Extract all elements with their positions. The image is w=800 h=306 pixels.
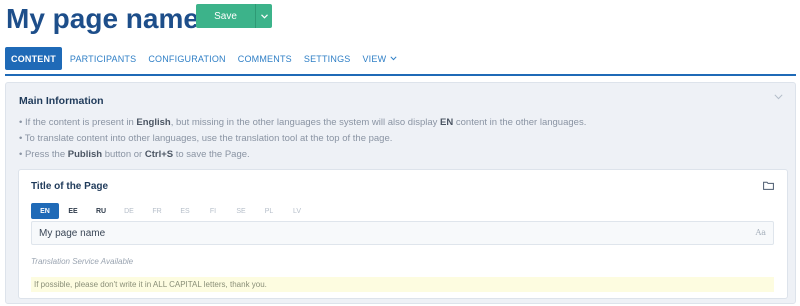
chevron-down-icon [390,56,397,61]
panel-title: Main Information [19,95,104,107]
tab-settings[interactable]: SETTINGS [298,47,357,70]
tab-underline [5,74,796,76]
font-case-icon[interactable]: Aa [755,228,766,237]
info-list: • If the content is present in English, … [19,115,586,163]
page-title-input[interactable]: My page name Aa [31,221,774,245]
collapse-chevron-icon[interactable] [774,94,783,100]
capital-letters-hint: If possible, please don't write it in AL… [31,277,774,292]
save-button-group: Save [196,4,272,28]
lang-tab-fi[interactable]: FI [199,203,227,219]
page-title-input-value: My page name [39,227,106,239]
tab-view-label: VIEW [362,53,387,64]
lang-tab-en[interactable]: EN [31,203,59,219]
language-tabs: EN EE RU DE FR ES FI SE PL LV [31,203,311,219]
lang-tab-se[interactable]: SE [227,203,255,219]
lang-tab-ru[interactable]: RU [87,203,115,219]
main-information-panel: Main Information • If the content is pre… [5,82,796,304]
tab-content[interactable]: CONTENT [5,47,62,70]
card-title: Title of the Page [31,181,109,192]
tab-view[interactable]: VIEW [356,47,403,70]
page-title: My page name [6,3,199,34]
info-line: • If the content is present in English, … [19,117,587,128]
lang-tab-pl[interactable]: PL [255,203,283,219]
translation-service-note: Translation Service Available [31,257,134,266]
lang-tab-lv[interactable]: LV [283,203,311,219]
info-line: • Press the Publish button or Ctrl+S to … [19,149,250,160]
chevron-down-icon [260,13,268,19]
save-button[interactable]: Save [196,4,255,28]
tab-comments[interactable]: COMMENTS [232,47,298,70]
lang-tab-fr[interactable]: FR [143,203,171,219]
tab-configuration[interactable]: CONFIGURATION [142,47,231,70]
page-header: My page name Save [0,0,800,40]
lang-tab-ee[interactable]: EE [59,203,87,219]
folder-icon[interactable] [763,181,774,190]
info-line: • To translate content into other langua… [19,133,393,144]
save-options-button[interactable] [255,4,272,28]
lang-tab-es[interactable]: ES [171,203,199,219]
lang-tab-de[interactable]: DE [115,203,143,219]
tab-participants[interactable]: PARTICIPANTS [64,47,142,70]
tab-bar: CONTENT PARTICIPANTS CONFIGURATION COMME… [5,47,403,70]
page-title-card: Title of the Page EN EE RU DE FR ES FI S… [18,169,788,299]
